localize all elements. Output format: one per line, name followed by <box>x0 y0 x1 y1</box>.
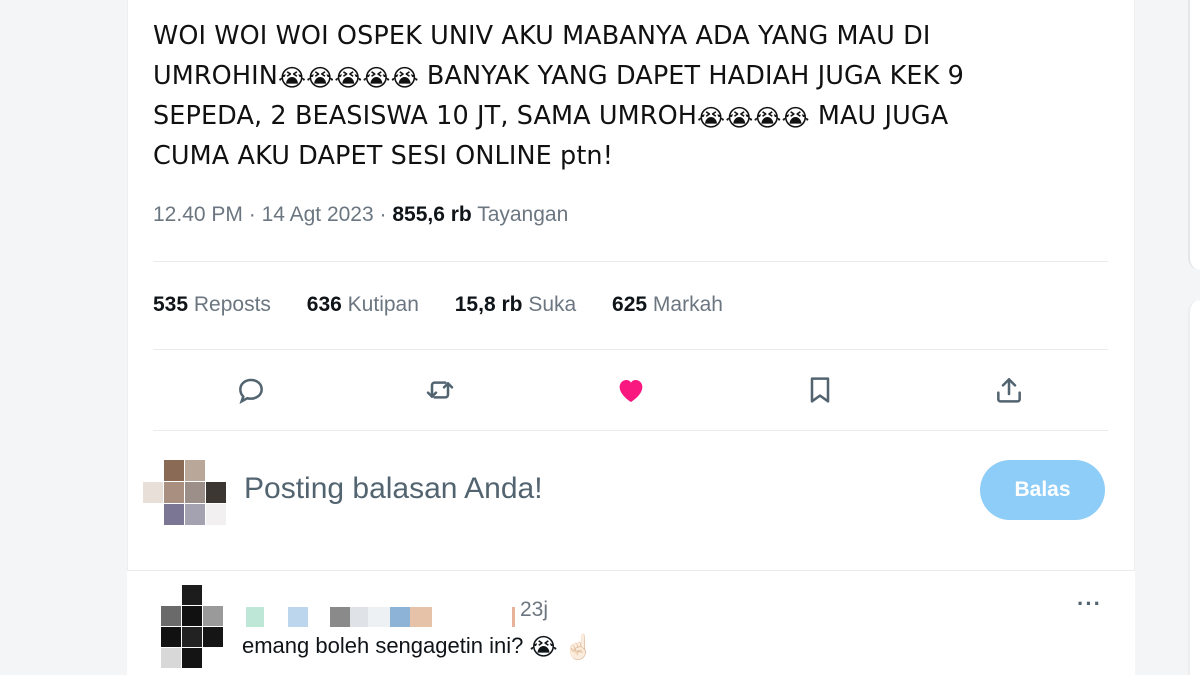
crying-emoji: 😭 <box>334 64 363 92</box>
comment-time[interactable]: 23j <box>520 598 548 622</box>
crying-emoji: 😭 <box>362 64 391 92</box>
stat-likes[interactable]: 15,8 rb Suka <box>455 293 576 317</box>
crying-emoji: 😭 <box>725 104 754 132</box>
share-icon[interactable] <box>987 368 1031 412</box>
stat-quotes[interactable]: 636 Kutipan <box>307 293 419 317</box>
stat-label: Reposts <box>193 293 271 316</box>
tweet-meta: 12.40 PM · 14 Agt 2023 · 855,6 rb Tayang… <box>153 203 568 227</box>
stat-label: Markah <box>652 293 723 316</box>
reply-composer: Posting balasan Anda! Balas <box>143 460 1108 526</box>
reply-button[interactable]: Balas <box>980 460 1105 520</box>
tweet-line-3: SEPEDA, 2 BEASISWA 10 JT, SAMA UMROH😭😭😭😭… <box>153 96 1093 136</box>
divider <box>153 430 1108 431</box>
more-options-icon[interactable]: ··· <box>1077 591 1102 617</box>
stat-count: 535 <box>153 293 189 316</box>
tweet-line-2: UMROHIN😭😭😭😭😭 BANYAK YANG DAPET HADIAH JU… <box>153 56 1093 96</box>
tweet-date[interactable]: 14 Agt 2023 <box>262 203 374 226</box>
stat-label: Suka <box>528 293 577 316</box>
comment-avatar <box>161 585 223 669</box>
meta-separator: · <box>242 203 262 226</box>
stat-count: 15,8 rb <box>454 293 523 316</box>
divider <box>153 349 1108 350</box>
views-count: 855,6 rb <box>392 203 472 226</box>
comment-text-body: emang boleh sengagetin ini? <box>242 633 524 658</box>
tweet-text: WOI WOI WOI OSPEK UNIV AKU MABANYA ADA Y… <box>153 16 1093 176</box>
stat-label: Kutipan <box>347 293 419 316</box>
stat-count: 625 <box>612 293 648 316</box>
tweet-actions <box>153 368 1108 412</box>
comment-author-pixelated[interactable] <box>242 607 522 629</box>
reply-input[interactable]: Posting balasan Anda! <box>244 472 543 506</box>
meta-separator: · <box>373 203 393 226</box>
crying-emoji: 😭 <box>753 104 782 132</box>
reply-comment: 23j ··· emang boleh sengagetin ini? 😭 ☝🏻 <box>127 570 1135 675</box>
tweet-time[interactable]: 12.40 PM <box>153 203 243 226</box>
crying-emoji: 😭 <box>697 104 726 132</box>
tweet-line-4: CUMA AKU DAPET SESI ONLINE ptn! <box>153 141 614 171</box>
engagement-stats: 535 Reposts 636 Kutipan 15,8 rb Suka 625… <box>153 293 753 317</box>
tweet-line-2-end: BANYAK YANG DAPET HADIAH JUGA KEK 9 <box>418 61 964 91</box>
stat-count: 636 <box>306 293 342 316</box>
divider <box>153 261 1108 262</box>
tweet-line-3-start: SEPEDA, 2 BEASISWA 10 JT, SAMA UMROH <box>153 101 698 131</box>
reply-icon[interactable] <box>229 368 273 412</box>
tweet-line-2-start: UMROHIN <box>153 61 278 91</box>
crying-emoji: 😭 <box>390 64 419 92</box>
tweet-line-3-end: MAU JUGA <box>809 101 949 131</box>
crying-emoji: 😭 <box>277 64 307 92</box>
views-label: Tayangan <box>477 203 569 226</box>
comment-text: emang boleh sengagetin ini? 😭 ☝🏻 <box>242 633 594 660</box>
stat-bookmarks[interactable]: 625 Markah <box>612 293 723 317</box>
avatar <box>143 460 226 526</box>
tweet-line-1: WOI WOI WOI OSPEK UNIV AKU MABANYA ADA Y… <box>153 21 931 51</box>
heart-filled-icon[interactable] <box>609 368 653 412</box>
side-panel-edge-lower <box>1188 300 1200 675</box>
crying-emoji: 😭 <box>781 104 810 132</box>
bookmark-icon[interactable] <box>798 368 842 412</box>
crying-emoji: 😭 <box>306 64 335 92</box>
pointing-up-emoji: ☝🏻 <box>563 634 594 661</box>
side-panel-edge <box>1188 0 1200 270</box>
repost-icon[interactable] <box>418 368 462 412</box>
stat-reposts[interactable]: 535 Reposts <box>153 293 271 317</box>
crying-emoji: 😭 <box>529 634 558 661</box>
